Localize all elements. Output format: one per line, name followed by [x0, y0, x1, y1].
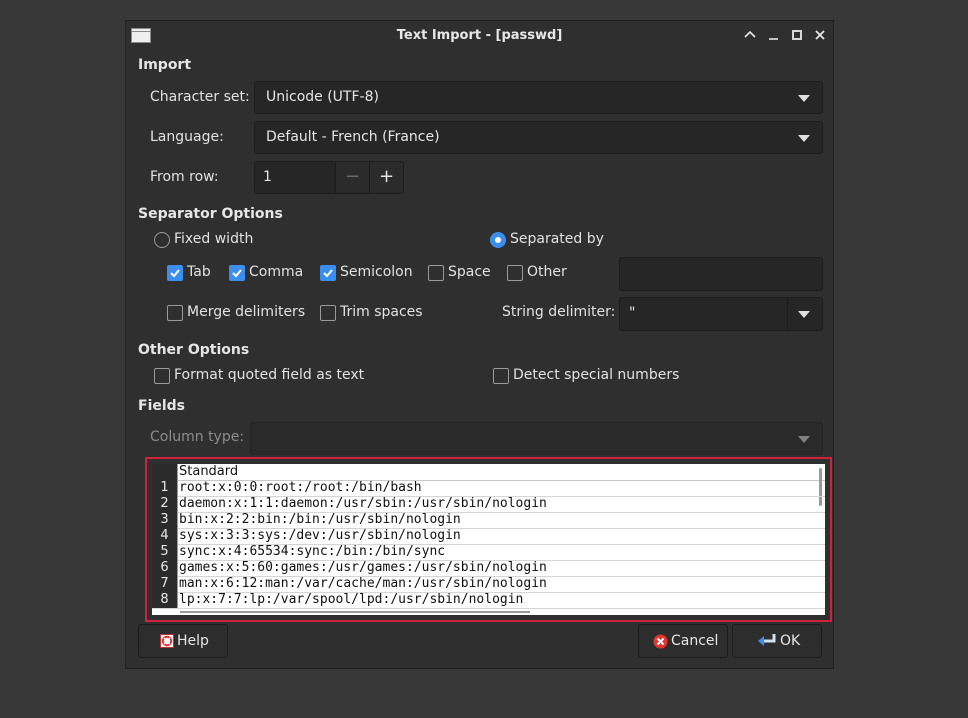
row-cell[interactable]: bin:x:2:2:bin:/bin:/usr/sbin/nologin — [177, 512, 461, 528]
preview-row[interactable]: 2 daemon:x:1:1:daemon:/usr/sbin:/usr/sbin… — [152, 496, 825, 513]
chevron-down-icon[interactable] — [798, 311, 810, 318]
preview-row[interactable]: 6 games:x:5:60:games:/usr/games:/usr/sbin… — [152, 560, 825, 577]
chevron-down-icon — [798, 436, 810, 443]
other-checkbox[interactable] — [507, 265, 523, 281]
help-label: Help — [177, 633, 209, 649]
row-cell[interactable]: man:x:6:12:man:/var/cache/man:/usr/sbin/… — [177, 576, 547, 592]
comma-label[interactable]: Comma — [249, 264, 303, 280]
preview-highlight: Standard 1 root:x:0:0:root:/root:/bin/bas… — [145, 457, 832, 622]
row-cell[interactable]: sys:x:3:3:sys:/dev:/usr/sbin/nologin — [177, 528, 461, 544]
space-checkbox[interactable] — [428, 265, 444, 281]
tab-label[interactable]: Tab — [187, 264, 211, 280]
cancel-button[interactable]: Cancel — [638, 624, 728, 658]
preview-row[interactable]: 4 sys:x:3:3:sys:/dev:/usr/sbin/nologin — [152, 528, 825, 545]
trim-spaces-label[interactable]: Trim spaces — [340, 304, 423, 320]
horizontal-scrollbar[interactable] — [152, 609, 825, 615]
charset-label: Character set: — [150, 89, 250, 105]
row-number[interactable]: 8 — [152, 592, 177, 608]
combo-divider — [787, 298, 788, 330]
from-row-label: From row: — [150, 169, 219, 185]
row-number[interactable]: 4 — [152, 528, 177, 544]
fields-heading: Fields — [138, 398, 186, 414]
language-dropdown[interactable]: Default - French (France) — [254, 121, 823, 154]
preview-row[interactable]: 1 root:x:0:0:root:/root:/bin/bash — [152, 480, 825, 497]
merge-delimiters-checkbox[interactable] — [167, 305, 183, 321]
language-label: Language: — [150, 129, 224, 145]
trim-spaces-checkbox[interactable] — [320, 305, 336, 321]
fixed-width-radio[interactable] — [154, 232, 170, 248]
separated-by-label[interactable]: Separated by — [510, 231, 604, 247]
text-import-dialog: Text Import - [passwd] Import Character … — [125, 20, 834, 669]
other-options-heading: Other Options — [138, 342, 250, 358]
cancel-icon — [653, 634, 668, 648]
semicolon-checkbox[interactable] — [320, 265, 336, 281]
chevron-down-icon — [798, 135, 810, 142]
string-delimiter-label: String delimiter: — [502, 304, 616, 320]
increment-button[interactable]: + — [369, 161, 404, 194]
ok-button[interactable]: OK — [732, 624, 822, 658]
row-number[interactable]: 3 — [152, 512, 177, 528]
preview-row[interactable]: 3 bin:x:2:2:bin:/bin:/usr/sbin/nologin — [152, 512, 825, 529]
row-cell[interactable]: lp:x:7:7:lp:/var/spool/lpd:/usr/sbin/nol… — [177, 592, 523, 608]
charset-value: Unicode (UTF-8) — [266, 89, 379, 105]
row-number[interactable]: 6 — [152, 560, 177, 576]
preview-row[interactable]: 8 lp:x:7:7:lp:/var/spool/lpd:/usr/sbin/no… — [152, 592, 825, 609]
column-header-standard[interactable]: Standard — [177, 464, 238, 480]
tab-checkbox[interactable] — [167, 265, 183, 281]
preview-row[interactable]: 5 sync:x:4:65534:sync:/bin:/bin/sync — [152, 544, 825, 561]
window-title: Text Import - [passwd] — [396, 28, 563, 43]
other-label[interactable]: Other — [527, 264, 567, 280]
detect-special-checkbox[interactable] — [493, 368, 509, 384]
string-delimiter-combo[interactable]: " — [619, 297, 823, 331]
preview-row[interactable]: 7 man:x:6:12:man:/var/cache/man:/usr/sbin… — [152, 576, 825, 593]
format-quoted-label[interactable]: Format quoted field as text — [174, 367, 364, 383]
help-button[interactable]: Help — [138, 624, 228, 658]
from-row-spinner: 1 − + — [254, 161, 406, 194]
row-number[interactable]: 5 — [152, 544, 177, 560]
other-separator-input[interactable] — [619, 257, 823, 291]
close-icon[interactable] — [812, 27, 828, 43]
column-type-dropdown[interactable] — [250, 422, 823, 455]
help-icon — [160, 634, 174, 648]
row-cell[interactable]: sync:x:4:65534:sync:/bin:/bin/sync — [177, 544, 445, 560]
minimize-icon[interactable] — [766, 27, 782, 43]
from-row-input[interactable]: 1 — [254, 161, 336, 194]
language-value: Default - French (France) — [266, 129, 440, 145]
row-number[interactable]: 1 — [152, 480, 177, 496]
space-label[interactable]: Space — [448, 264, 491, 280]
separator-options-heading: Separator Options — [138, 206, 283, 222]
ok-label: OK — [780, 633, 801, 649]
enter-arrow-icon — [758, 634, 776, 646]
preview-header-row: Standard — [152, 464, 825, 481]
row-number[interactable]: 2 — [152, 496, 177, 512]
column-type-label: Column type: — [150, 429, 245, 445]
row-cell[interactable]: root:x:0:0:root:/root:/bin/bash — [177, 480, 422, 496]
preview-table[interactable]: Standard 1 root:x:0:0:root:/root:/bin/bas… — [152, 464, 825, 615]
semicolon-label[interactable]: Semicolon — [340, 264, 413, 280]
restore-up-icon[interactable] — [742, 27, 758, 43]
fixed-width-label[interactable]: Fixed width — [174, 231, 253, 247]
string-delimiter-value[interactable]: " — [629, 305, 635, 321]
row-cell[interactable]: games:x:5:60:games:/usr/games:/usr/sbin/… — [177, 560, 547, 576]
maximize-icon[interactable] — [789, 27, 805, 43]
separated-by-radio[interactable] — [490, 232, 506, 248]
row-number[interactable]: 7 — [152, 576, 177, 592]
merge-delimiters-label[interactable]: Merge delimiters — [187, 304, 305, 320]
charset-dropdown[interactable]: Unicode (UTF-8) — [254, 81, 823, 114]
chevron-down-icon — [798, 95, 810, 102]
import-heading: Import — [138, 57, 192, 73]
title-bar[interactable]: Text Import - [passwd] — [126, 21, 833, 51]
row-cell[interactable]: daemon:x:1:1:daemon:/usr/sbin:/usr/sbin/… — [177, 496, 547, 512]
cancel-label: Cancel — [671, 633, 719, 649]
format-quoted-checkbox[interactable] — [154, 368, 170, 384]
decrement-button[interactable]: − — [335, 161, 370, 194]
from-row-value: 1 — [263, 169, 272, 185]
preview-corner — [152, 464, 177, 480]
detect-special-label[interactable]: Detect special numbers — [513, 367, 679, 383]
comma-checkbox[interactable] — [229, 265, 245, 281]
